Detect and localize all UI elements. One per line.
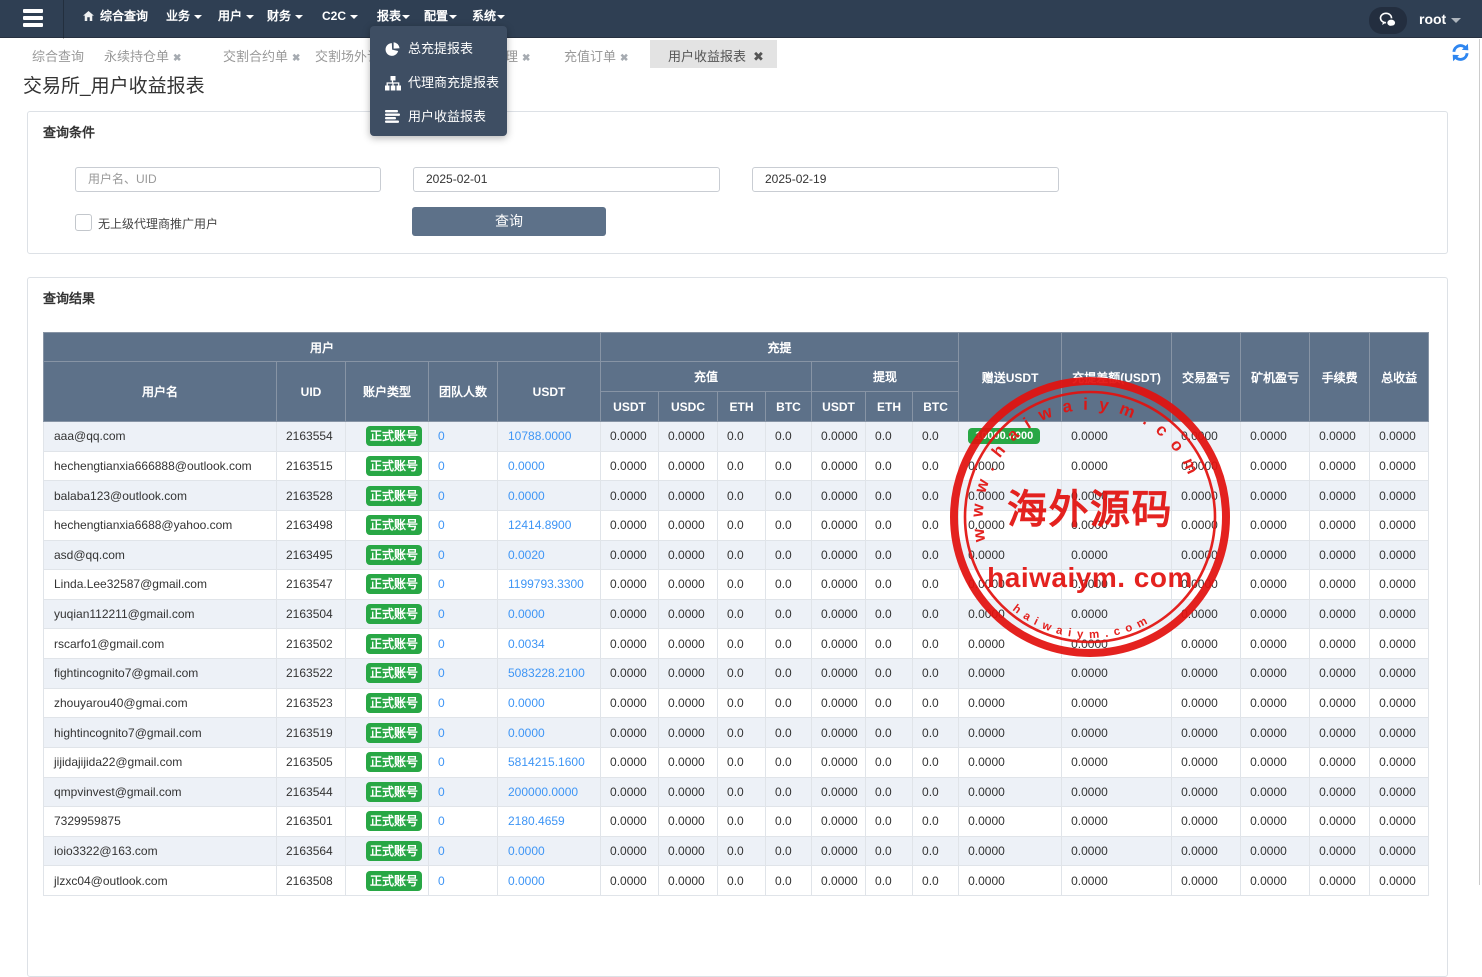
svg-text:haiwaiym. com: haiwaiym. com <box>987 562 1193 593</box>
svg-text:海外源码: 海外源码 <box>1007 487 1173 532</box>
